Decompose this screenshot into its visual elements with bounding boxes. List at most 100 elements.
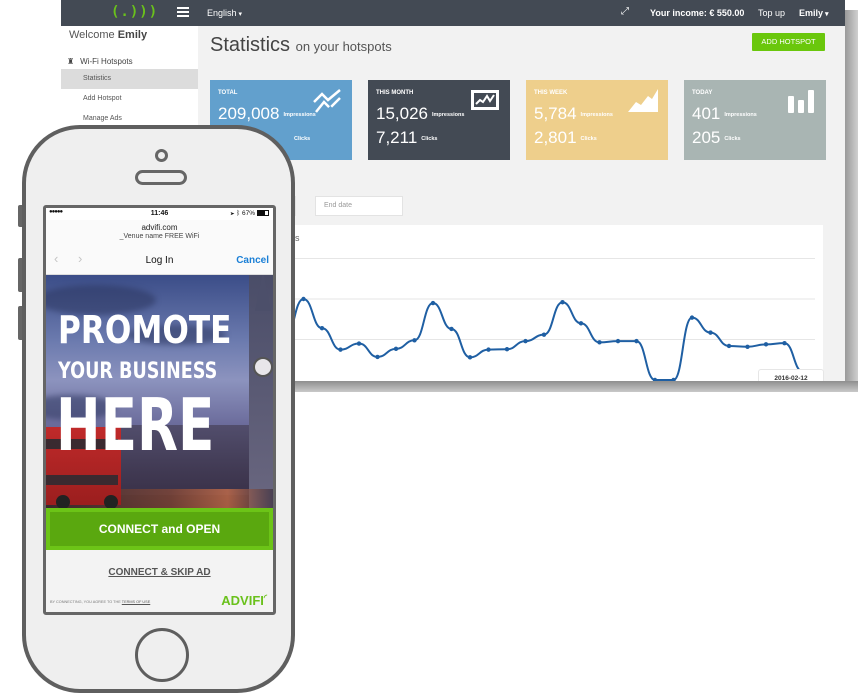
impressions-number: 209,008 [218,104,280,123]
impressions-line-chart [285,258,815,381]
sidebar-section-wifi-hotspots[interactable]: ♜ Wi-Fi Hotspots [67,57,133,66]
bus-wheel [56,495,70,508]
clicks-unit: Clicks [294,135,311,142]
data-point[interactable] [745,344,750,349]
impressions-number: 401 [692,104,721,123]
top-up-link[interactable]: Top up [758,8,785,18]
line-chart-box-icon [471,90,499,110]
hamburger-menu-icon[interactable] [177,7,189,17]
impressions-unit: Impressions [580,111,613,118]
data-point[interactable] [375,354,380,360]
phone-screen: ●●●●● 11:46 ➤ ᛒ 67% advifi.com _Venue na… [43,205,276,615]
income-label: Your income: [650,8,707,18]
data-point[interactable] [301,296,306,302]
data-point[interactable] [541,332,547,337]
sidebar-item-add-hotspot[interactable]: Add Hotspot [61,89,198,109]
impressions-value: 15,026 Impressions [376,104,464,124]
window-shadow [285,381,858,392]
subtitle-text: on your hotspots [295,39,392,54]
castle-icon: ♜ [67,57,75,66]
add-hotspot-button[interactable]: ADD HOTSPOT [752,33,825,51]
welcome-prefix: Welcome [69,29,115,41]
bar-chart-icon [788,90,814,113]
top-navbar: (.))) English ▾ ⤢ Your income: € 550.00 T… [61,0,845,26]
data-point[interactable] [486,347,491,352]
clicks-unit: Clicks [724,135,741,142]
data-point[interactable] [597,340,602,345]
clicks-number: 2,801 [534,128,577,147]
window-shadow [845,10,858,392]
clicks-number: 205 [692,128,721,147]
data-point[interactable] [726,343,732,349]
status-right: ➤ ᛒ 67% [231,210,269,217]
card-label: THIS WEEK [534,90,568,96]
section-label: Wi-Fi Hotspots [80,57,133,66]
title-text: Statistics [210,34,291,56]
battery-icon [257,210,269,216]
wifi-logo[interactable]: (.))) [111,4,158,20]
data-point[interactable] [393,346,399,352]
data-point[interactable] [689,315,695,320]
main-content: Statistics on your hotspots ADD HOTSPOT … [198,26,845,381]
data-point[interactable] [578,321,584,326]
cancel-button[interactable]: Cancel [236,255,269,266]
impressions-value: 401 Impressions [692,104,757,124]
speaker-grille [135,170,187,185]
terms-of-use-link[interactable]: TERMS OF USE [122,600,150,604]
clicks-unit: Clicks [580,135,597,142]
card-label: TOTAL [218,90,238,96]
connect-and-open-button[interactable]: CONNECT and OPEN [46,508,273,550]
impressions-value: 5,784 Impressions [534,104,613,124]
page-title: Statistics on your hotspots [210,34,392,57]
user-menu[interactable]: Emily ▾ [799,8,829,18]
data-point[interactable] [634,338,639,344]
clicks-unit: Clicks [421,135,438,142]
battery-percent: 67% [241,210,255,217]
data-point[interactable] [708,330,713,335]
clicks-value: Clicks [290,128,310,148]
caret-down-icon: ▾ [825,11,829,18]
data-point[interactable] [412,338,417,343]
home-button[interactable] [135,628,189,682]
advifi-logo: ADVIFI◜ [221,593,267,608]
expand-icon[interactable]: ⤢ [621,6,629,17]
user-name: Emily [799,8,824,18]
impressions-value: 209,008 Impressions [218,104,316,124]
impressions-unit: Impressions [283,111,316,118]
data-point[interactable] [430,300,436,306]
data-point[interactable] [338,347,343,352]
terms-notice: BY CONNECTING, YOU AGREE TO THE TERMS OF… [50,600,150,604]
captive-portal-header: advifi.com _Venue name FREE WiFi ‹ › Log… [46,220,273,275]
connect-skip-ad-link[interactable]: CONNECT & SKIP AD [46,567,273,578]
bluetooth-icon: ᛒ [236,210,241,217]
data-point[interactable] [504,347,510,352]
data-point[interactable] [782,340,787,346]
wifi-signal-icon: ◜ [263,593,267,602]
stat-card-this-week: THIS WEEK 5,784 Impressions 2,801 Clicks [526,80,668,160]
ad-headline-2: YOUR BUSINESS [58,359,218,384]
data-point[interactable] [763,342,769,347]
terms-text: BY CONNECTING, YOU AGREE TO THE [50,600,121,604]
ad-banner[interactable]: PROMOTE YOUR BUSINESS HERE [46,275,273,508]
chart-tooltip: 2016-02-12 [758,369,824,381]
data-point[interactable] [449,326,454,332]
data-point[interactable] [615,338,621,344]
card-label: THIS MONTH [376,90,414,96]
impressions-number: 15,026 [376,104,428,123]
end-date-input[interactable]: End date [315,196,403,216]
chart-panel: ons [285,225,823,381]
language-dropdown[interactable]: English ▾ [207,8,242,18]
sidebar-item-statistics[interactable]: Statistics [61,69,198,89]
ios-status-bar: ●●●●● 11:46 ➤ ᛒ 67% [46,208,273,220]
card-label: TODAY [692,90,713,96]
bus-wheel [104,495,118,508]
clicks-number: 7,211 [376,128,418,147]
data-point[interactable] [356,341,362,346]
data-point[interactable] [319,325,325,331]
income-display: Your income: € 550.00 [650,8,744,18]
data-point[interactable] [523,338,528,344]
data-point[interactable] [467,355,473,360]
ad-headline-3: HERE [56,383,215,467]
brand-text: ADVIFI [221,593,264,608]
data-point[interactable] [560,300,565,305]
